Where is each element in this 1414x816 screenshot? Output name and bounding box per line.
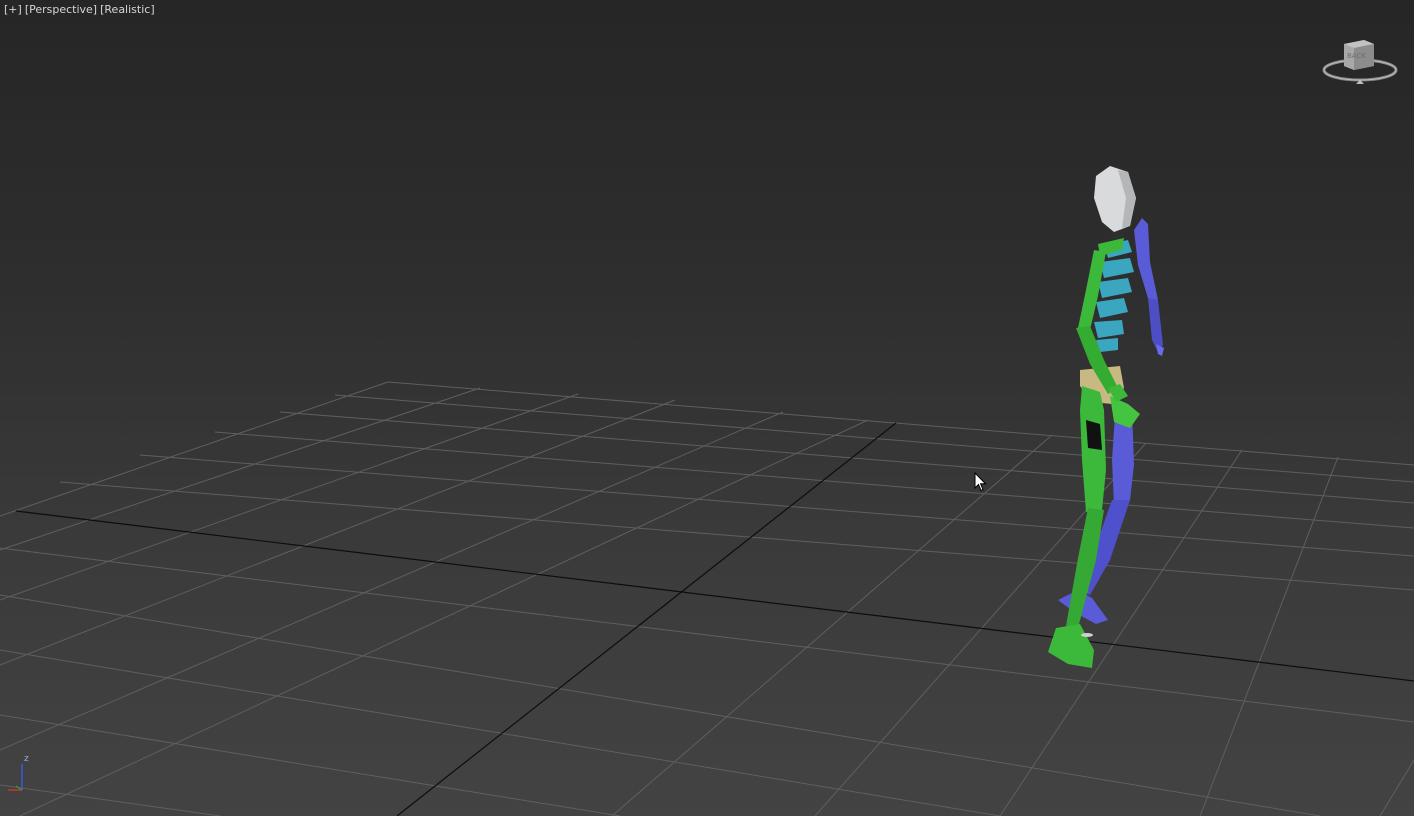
viewcube[interactable]: BACK: [1320, 36, 1402, 88]
viewport-menu-button[interactable]: [+]: [4, 3, 22, 19]
viewcube-icon: [1322, 40, 1398, 84]
left-foot[interactable]: [1048, 624, 1094, 668]
viewport-shading-label[interactable]: [Realistic]: [100, 3, 155, 19]
world-axis-lines: [15, 422, 1414, 816]
right-upper-arm[interactable]: [1134, 218, 1158, 305]
footstep-marker: [1081, 633, 1093, 637]
axis-z-label: z: [24, 754, 29, 764]
axis-tripod-icon: [8, 764, 23, 791]
left-thigh[interactable]: [1080, 386, 1106, 512]
left-thigh-shadow: [1086, 420, 1102, 450]
perspective-viewport[interactable]: [+] [Perspective] [Realistic] BACK z: [0, 0, 1414, 816]
viewcube-face-label: BACK: [1347, 52, 1366, 60]
viewport-label: [+] [Perspective] [Realistic]: [4, 3, 155, 19]
viewport-view-label[interactable]: [Perspective]: [25, 3, 97, 19]
biped-skeleton[interactable]: [1048, 166, 1164, 668]
axis-tripod: z: [2, 754, 34, 794]
mouse-cursor-icon: [974, 472, 987, 492]
scene-canvas[interactable]: [0, 0, 1414, 816]
right-forearm[interactable]: [1148, 298, 1163, 352]
home-grid: [0, 381, 1414, 816]
